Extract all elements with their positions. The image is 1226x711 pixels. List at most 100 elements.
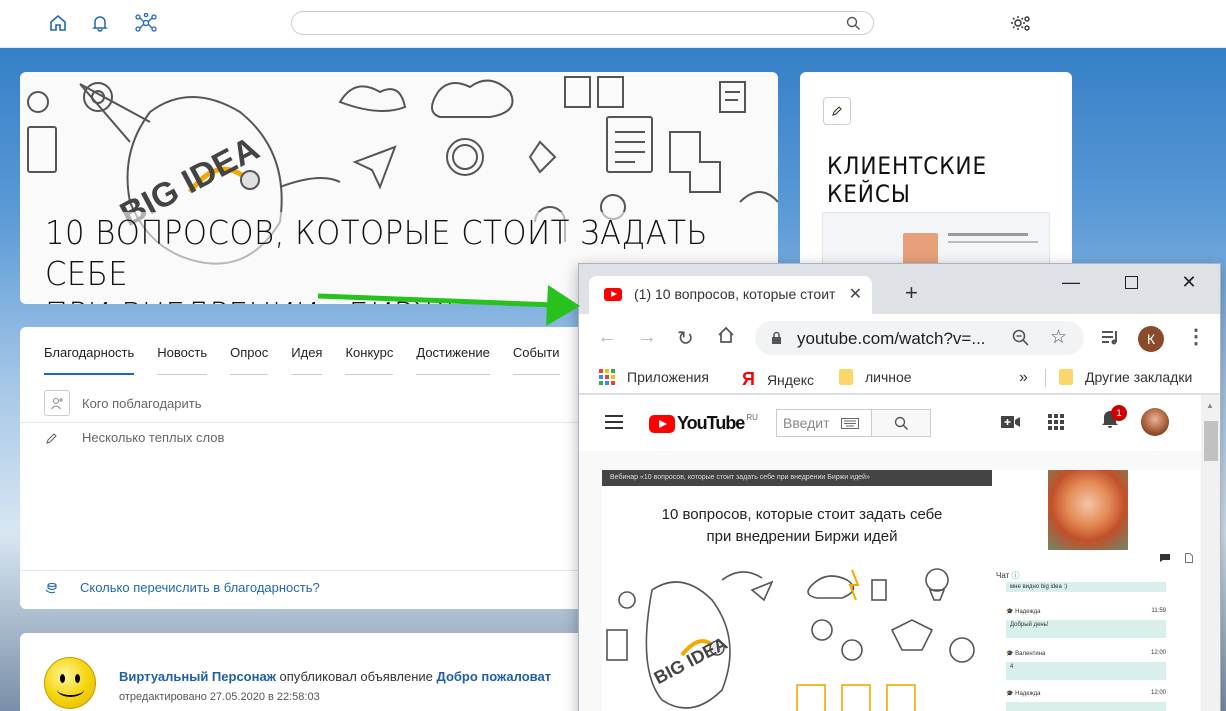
notification-badge: 1 bbox=[1111, 405, 1127, 421]
youtube-search-button[interactable] bbox=[871, 409, 931, 437]
bookmark-apps[interactable]: Приложения bbox=[599, 369, 709, 385]
browser-tab-title: (1) 10 вопросов, которые стоит bbox=[634, 286, 836, 302]
post-action: опубликовал объявление bbox=[275, 669, 437, 684]
search-icon bbox=[894, 416, 908, 430]
media-queue-icon[interactable] bbox=[1101, 329, 1121, 347]
bookmark-yandex[interactable]: Я Яндекс bbox=[742, 369, 814, 390]
tab-news[interactable]: Новость bbox=[157, 345, 208, 375]
file-icon[interactable] bbox=[1185, 553, 1193, 563]
bookmark-yandex-label: Яндекс bbox=[766, 371, 815, 388]
feed-post: Виртуальный Персонаж опубликовал объявле… bbox=[20, 633, 600, 711]
reload-icon[interactable]: ↻ bbox=[677, 326, 694, 351]
tab-gratitude[interactable]: Благодарность bbox=[44, 345, 135, 375]
forward-icon[interactable]: → bbox=[637, 326, 657, 349]
network-icon[interactable] bbox=[135, 12, 157, 34]
notifications-button[interactable]: 1 bbox=[1101, 405, 1127, 433]
new-tab-button[interactable]: + bbox=[905, 280, 918, 306]
post-title-link[interactable]: Добро пожаловат bbox=[437, 669, 552, 684]
browser-tab[interactable]: (1) 10 вопросов, которые стоит ✕ bbox=[589, 276, 872, 314]
page-scrollbar[interactable]: ▲ bbox=[1201, 395, 1220, 711]
tab-contest[interactable]: Конкурс bbox=[345, 345, 394, 375]
maximize-button[interactable] bbox=[1111, 268, 1151, 296]
add-person-icon[interactable] bbox=[44, 390, 70, 416]
profile-avatar[interactable]: К bbox=[1138, 326, 1164, 352]
minimize-button[interactable]: — bbox=[1051, 268, 1091, 296]
hamburger-menu-icon[interactable] bbox=[605, 415, 623, 429]
chat-author-name: Надежда bbox=[1015, 609, 1041, 615]
keyboard-icon[interactable] bbox=[841, 418, 859, 429]
chat-message-author: 🎓 11:59 Надежда bbox=[1006, 608, 1166, 615]
zoom-icon[interactable] bbox=[1012, 329, 1030, 347]
youtube-header: YouTube RU Введит 1 bbox=[579, 395, 1201, 451]
chat-bubble-icon[interactable] bbox=[1160, 554, 1170, 562]
amount-link-row[interactable]: Сколько перечислить в благодарность? bbox=[44, 580, 320, 595]
chat-message bbox=[1006, 702, 1166, 711]
more-menu-icon[interactable]: ⋮ bbox=[1186, 324, 1206, 349]
client-cases-title: Клиентские кейсы bbox=[827, 152, 988, 208]
settings-icon[interactable] bbox=[1010, 12, 1032, 34]
chat-message-time: 11:59 bbox=[1151, 608, 1166, 614]
bookmarks-bar: Приложения Я Яндекс личное » Другие закл… bbox=[579, 362, 1220, 394]
folder-icon bbox=[1059, 369, 1073, 385]
post-composer: Благодарность Новость Опрос Идея Конкурс… bbox=[20, 327, 600, 609]
search-input[interactable] bbox=[291, 11, 874, 35]
bookmark-star-icon[interactable]: ☆ bbox=[1050, 326, 1067, 349]
browser-window: (1) 10 вопросов, которые стоит ✕ + — ✕ ←… bbox=[578, 263, 1221, 711]
user-avatar[interactable] bbox=[44, 657, 96, 709]
svg-text:BIG IDEA: BIG IDEA bbox=[651, 633, 731, 688]
address-bar[interactable]: youtube.com/watch?v=... ☆ bbox=[755, 321, 1084, 355]
video-slide-title: 10 вопросов, которые стоит задать себе п… bbox=[642, 504, 962, 548]
divider bbox=[20, 422, 600, 423]
thumbnail-text-line bbox=[948, 241, 1038, 243]
browser-toolbar: ← → ↻ youtube.com/watch?v=... ☆ К ⋮ bbox=[579, 314, 1220, 362]
home-icon[interactable] bbox=[717, 326, 735, 350]
chat-message: 4 bbox=[1006, 662, 1166, 680]
tab-event[interactable]: Событи bbox=[512, 345, 560, 375]
youtube-logo[interactable]: YouTube RU bbox=[649, 413, 758, 434]
recipient-field[interactable]: Кого поблагодарить bbox=[44, 389, 584, 417]
tab-poll[interactable]: Опрос bbox=[230, 345, 269, 375]
home-icon[interactable] bbox=[47, 12, 69, 34]
youtube-account-avatar[interactable] bbox=[1141, 408, 1169, 436]
create-video-icon[interactable] bbox=[1001, 415, 1021, 429]
message-field[interactable]: Несколько теплых слов bbox=[44, 430, 224, 445]
video-player[interactable]: Вебинар «10 вопросов, которые стоит зада… bbox=[602, 470, 992, 711]
back-icon[interactable]: ← bbox=[597, 326, 617, 349]
edit-button[interactable] bbox=[823, 97, 851, 125]
search-icon[interactable] bbox=[846, 16, 861, 36]
scroll-up-arrow-icon[interactable]: ▲ bbox=[1206, 401, 1214, 410]
client-cases-card[interactable]: Клиентские кейсы bbox=[800, 72, 1072, 272]
more-bookmarks-button[interactable]: » bbox=[1019, 369, 1028, 387]
recipient-placeholder: Кого поблагодарить bbox=[82, 395, 202, 411]
chat-message-author: 🎓 12:00 Надежда bbox=[1006, 690, 1166, 697]
speaker-video bbox=[1048, 470, 1128, 550]
chat-header: Чат ⓘ bbox=[996, 570, 1020, 581]
chat-message-time: 12:00 bbox=[1150, 650, 1166, 656]
youtube-favicon-icon bbox=[604, 288, 622, 301]
divider bbox=[20, 570, 600, 571]
bell-icon[interactable] bbox=[89, 12, 111, 34]
bookmark-personal-label: личное bbox=[865, 369, 912, 385]
video-slide-title-line-1: 10 вопросов, которые стоит задать себе bbox=[661, 506, 943, 523]
scrollbar-thumb[interactable] bbox=[1204, 421, 1218, 461]
message-placeholder: Несколько теплых слов bbox=[82, 430, 225, 445]
close-tab-icon[interactable]: ✕ bbox=[849, 284, 862, 304]
video-slide-title-line-2: при внедрении Биржи идей bbox=[706, 528, 898, 545]
chat-author-name: Надежда bbox=[1015, 691, 1041, 697]
tab-achievement[interactable]: Достижение bbox=[416, 345, 490, 375]
apps-grid-icon[interactable] bbox=[1048, 414, 1064, 430]
author-link[interactable]: Виртуальный Персонаж bbox=[119, 669, 276, 684]
tab-idea[interactable]: Идея bbox=[291, 345, 323, 375]
divider bbox=[1045, 369, 1046, 387]
bookmark-personal[interactable]: личное bbox=[839, 369, 912, 385]
apps-grid-icon bbox=[599, 369, 615, 385]
folder-icon bbox=[839, 369, 853, 385]
bookmark-other[interactable]: Другие закладки bbox=[1059, 369, 1192, 385]
lock-icon bbox=[772, 331, 781, 344]
close-window-button[interactable]: ✕ bbox=[1169, 268, 1209, 296]
pencil-icon bbox=[46, 432, 57, 444]
amount-link[interactable]: Сколько перечислить в благодарность? bbox=[80, 580, 320, 595]
post-header: Виртуальный Персонаж опубликовал объявле… bbox=[119, 669, 551, 684]
pencil-icon bbox=[832, 106, 842, 116]
youtube-region: RU bbox=[746, 413, 758, 422]
